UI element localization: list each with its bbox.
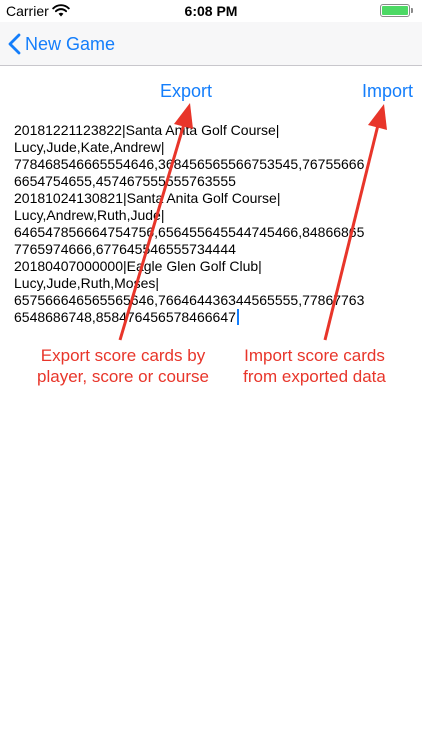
status-time: 6:08 PM <box>184 3 238 19</box>
chevron-left-icon <box>8 33 21 55</box>
editor-text-line: 646547856664754756,656455645544745466,84… <box>14 224 365 240</box>
import-button[interactable]: Import <box>362 81 413 102</box>
status-bar: Carrier 6:08 PM <box>0 0 422 22</box>
editor-text-line: 20181221123822|Santa Anita Golf Course| <box>14 122 280 138</box>
editor-text-line: Lucy,Andrew,Ruth,Jude| <box>14 207 165 223</box>
callout-line: player, score or course <box>37 367 209 386</box>
export-data-textview[interactable]: 20181221123822|Santa Anita Golf Course| L… <box>14 122 414 326</box>
battery-icon <box>380 4 410 17</box>
editor-text-line: 657566646565565646,766464436344565555,77… <box>14 292 365 308</box>
editor-text-line: 778468546665554646,368456565566753545,76… <box>14 156 365 172</box>
editor-text-line: 6654754655,457467555555763555 <box>14 173 236 189</box>
callout-line: from exported data <box>243 367 386 386</box>
editor-text-line: 7765974666,677645546555734444 <box>14 241 236 257</box>
editor-text-line: 20180407000000|Eagle Glen Golf Club| <box>14 258 262 274</box>
back-button-label: New Game <box>25 33 116 54</box>
callout-line: Import score cards <box>244 346 385 365</box>
back-button[interactable]: New Game <box>8 30 115 58</box>
editor-text-line: Lucy,Jude,Kate,Andrew| <box>14 139 165 155</box>
battery-level-fill <box>382 6 408 15</box>
battery-cap <box>411 8 413 13</box>
callout-line: Export score cards by <box>40 346 206 365</box>
navigation-bar: New Game <box>0 22 422 66</box>
editor-text-line: 6548686748,858476456578466647 <box>14 309 414 326</box>
editor-text-line: Lucy,Jude,Ruth,Moses| <box>14 275 160 291</box>
export-callout-text: Export score cards by player, score or co… <box>28 345 218 387</box>
editor-text-line: 20181024130821|Santa Anita Golf Course| <box>14 190 281 206</box>
import-callout-text: Import score cards from exported data <box>232 345 397 387</box>
export-button[interactable]: Export <box>160 81 212 102</box>
text-cursor <box>236 309 239 325</box>
